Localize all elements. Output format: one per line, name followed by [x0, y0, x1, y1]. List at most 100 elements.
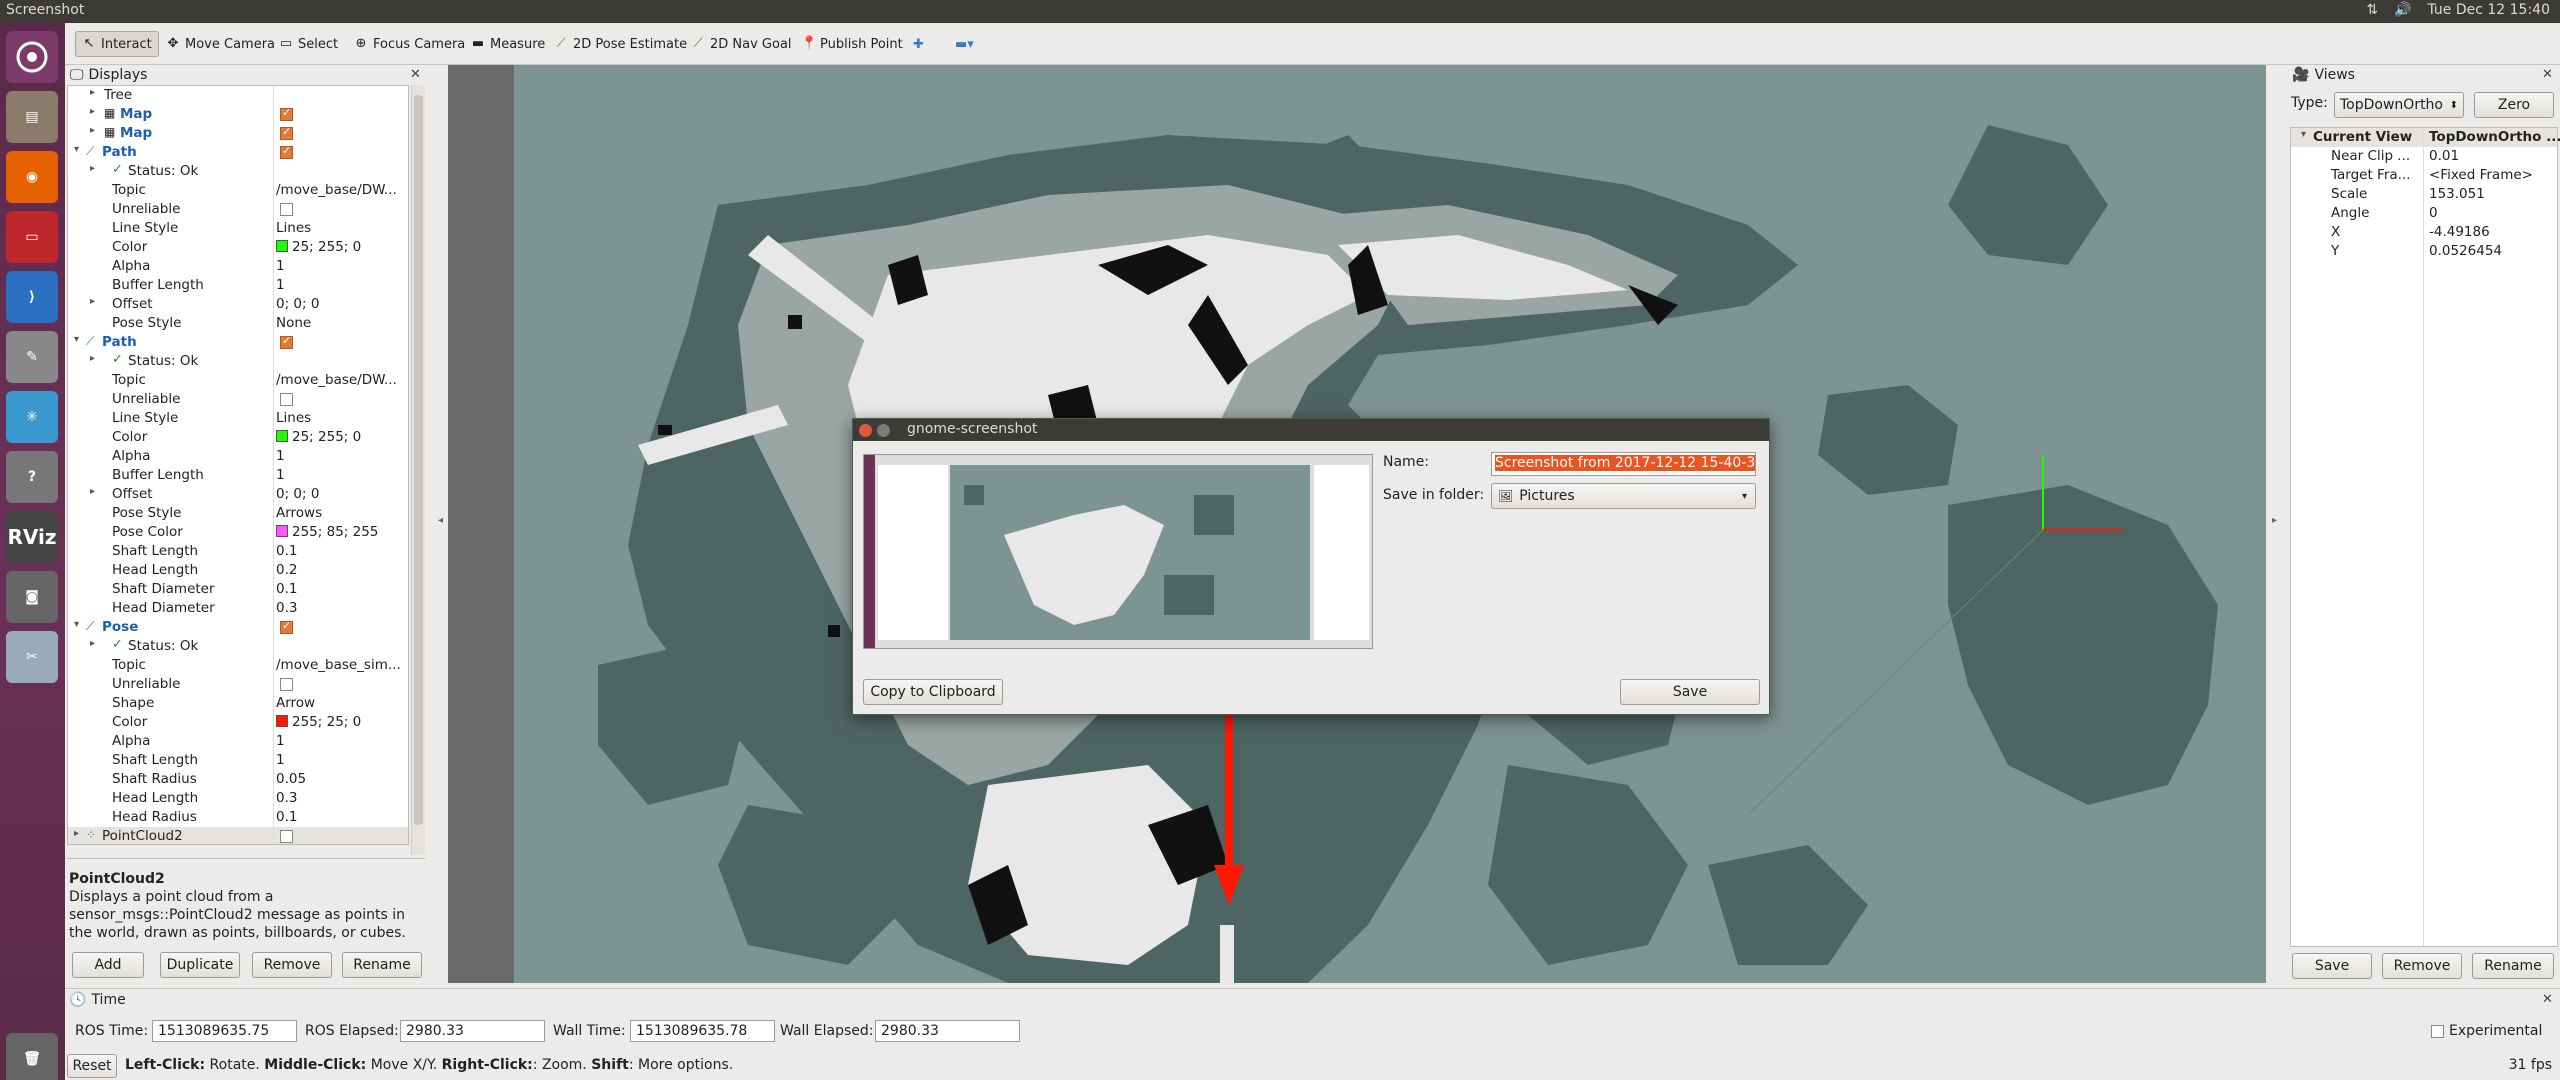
- scrollbar-thumb[interactable]: [414, 95, 423, 825]
- property-value[interactable]: 1: [276, 258, 285, 274]
- view-property-value[interactable]: 0: [2429, 205, 2438, 221]
- display-row[interactable]: Shaft Radius 0.05: [68, 770, 408, 789]
- display-row[interactable]: Buffer Length 1: [68, 276, 408, 295]
- expand-arrow-icon[interactable]: ▾: [74, 334, 79, 345]
- property-value[interactable]: None: [276, 315, 311, 331]
- close-icon[interactable]: ✕: [2542, 992, 2553, 1007]
- display-row[interactable]: ▸ ✓ Status: Ok: [68, 162, 408, 181]
- column-divider[interactable]: [273, 86, 274, 844]
- duplicate-display-button[interactable]: Duplicate: [160, 952, 240, 978]
- copy-to-clipboard-button[interactable]: Copy to Clipboard: [863, 679, 1003, 705]
- remove-tool-button[interactable]: ▬▾: [949, 31, 980, 57]
- expand-arrow-icon[interactable]: ▾: [74, 144, 79, 155]
- text-editor-icon[interactable]: ✎: [6, 331, 58, 383]
- display-row[interactable]: ▸ ▦ Map: [68, 124, 408, 143]
- camera-icon[interactable]: ◙: [6, 571, 58, 623]
- property-value[interactable]: /move_base_sim...: [276, 657, 401, 673]
- view-property-row[interactable]: Near Clip ... 0.01: [2291, 147, 2557, 166]
- expand-arrow-icon[interactable]: ▸: [90, 486, 95, 497]
- view-property-row[interactable]: X -4.49186: [2291, 223, 2557, 242]
- property-value[interactable]: 1: [276, 752, 285, 768]
- firefox-icon[interactable]: ◉: [6, 151, 58, 203]
- view-type-select[interactable]: TopDownOrtho ⬍: [2334, 92, 2464, 118]
- screenshot-icon[interactable]: ✂: [6, 631, 58, 683]
- property-value[interactable]: Arrows: [276, 505, 322, 521]
- collapse-right-icon[interactable]: ▸: [2272, 515, 2277, 526]
- view-save-button[interactable]: Save: [2292, 953, 2372, 979]
- expand-arrow-icon[interactable]: ▸: [90, 296, 95, 307]
- enable-checkbox[interactable]: [280, 203, 293, 216]
- display-row[interactable]: ▸ ✓ Status: Ok: [68, 352, 408, 371]
- add-tool-button[interactable]: ✚: [907, 31, 930, 57]
- move-camera-tool[interactable]: ✥ Move Camera: [160, 31, 281, 57]
- display-row[interactable]: Alpha 1: [68, 257, 408, 276]
- display-row[interactable]: Topic/move_base_sim...: [68, 656, 408, 675]
- display-row[interactable]: Shape Arrow: [68, 694, 408, 713]
- network-icon[interactable]: ⇅: [2366, 2, 2378, 18]
- files-icon[interactable]: ▤: [6, 91, 58, 143]
- view-rename-button[interactable]: Rename: [2472, 953, 2554, 979]
- pose-estimate-tool[interactable]: ⟋ 2D Pose Estimate: [548, 31, 693, 57]
- expand-arrow-icon[interactable]: ▸: [90, 163, 95, 174]
- property-value[interactable]: /move_base/DW...: [276, 182, 397, 198]
- display-row[interactable]: ▸ ✓ Status: Ok: [68, 637, 408, 656]
- display-row[interactable]: Head Length 0.3: [68, 789, 408, 808]
- display-row[interactable]: Head Radius 0.1: [68, 808, 408, 827]
- expand-arrow-icon[interactable]: ▸: [74, 828, 79, 839]
- remove-display-button[interactable]: Remove: [252, 952, 332, 978]
- ros-elapsed-field[interactable]: 2980.33: [400, 1020, 545, 1042]
- display-row[interactable]: ▸ Tree: [68, 86, 408, 105]
- reset-button[interactable]: Reset: [67, 1054, 117, 1078]
- expand-arrow-icon[interactable]: ▸: [90, 106, 95, 117]
- property-value[interactable]: 1: [276, 277, 285, 293]
- property-value[interactable]: 0.3: [276, 600, 297, 616]
- publish-point-tool[interactable]: 📍 Publish Point: [795, 31, 909, 57]
- property-value[interactable]: Arrow: [276, 695, 315, 711]
- property-value[interactable]: 0.2: [276, 562, 297, 578]
- enable-checkbox[interactable]: [280, 619, 293, 634]
- wall-elapsed-field[interactable]: 2980.33: [875, 1020, 1020, 1042]
- display-row[interactable]: Color 25; 255; 0: [68, 238, 408, 257]
- property-value[interactable]: 0; 0; 0: [276, 486, 319, 502]
- save-button[interactable]: Save: [1620, 679, 1760, 705]
- displays-tree[interactable]: ▸ Tree ▸ ▦ Map ▸ ▦ Map ▾ ⟋ Path ▸ ✓ Status: Ok Topic/m…: [67, 85, 409, 845]
- display-row[interactable]: Shaft Length 1: [68, 751, 408, 770]
- property-value[interactable]: 25; 255; 0: [276, 239, 361, 255]
- view-remove-button[interactable]: Remove: [2382, 953, 2462, 979]
- enable-checkbox[interactable]: [280, 106, 293, 121]
- expand-arrow-icon[interactable]: ▾: [2301, 129, 2306, 140]
- display-row[interactable]: Unreliable: [68, 675, 408, 694]
- volume-icon[interactable]: 🔊: [2394, 2, 2411, 18]
- expand-arrow-icon[interactable]: ▸: [90, 638, 95, 649]
- view-property-value[interactable]: 153.051: [2429, 186, 2485, 202]
- display-row[interactable]: ▾ ⟋ Path: [68, 143, 408, 162]
- enable-checkbox[interactable]: [280, 144, 293, 159]
- view-property-value[interactable]: 0.0526454: [2429, 243, 2502, 259]
- property-value[interactable]: 0.3: [276, 790, 297, 806]
- property-value[interactable]: 1: [276, 733, 285, 749]
- clock[interactable]: Tue Dec 12 15:40: [2427, 2, 2550, 18]
- zero-button[interactable]: Zero: [2474, 92, 2554, 118]
- property-value[interactable]: 0; 0; 0: [276, 296, 319, 312]
- view-property-value[interactable]: <Fixed Frame>: [2429, 167, 2533, 183]
- display-row[interactable]: ▾ ⟋ Pose: [68, 618, 408, 637]
- display-row[interactable]: Pose Style Arrows: [68, 504, 408, 523]
- nav-goal-tool[interactable]: ⟋ 2D Nav Goal: [685, 31, 798, 57]
- column-divider[interactable]: [2423, 128, 2424, 946]
- display-row[interactable]: Topic/move_base/DW...: [68, 371, 408, 390]
- display-row[interactable]: ▾ ⟋ Path: [68, 333, 408, 352]
- display-row[interactable]: Pose Style None: [68, 314, 408, 333]
- view-property-row[interactable]: ▾ Current View TopDownOrtho ...: [2291, 128, 2560, 147]
- view-property-row[interactable]: Target Fra... <Fixed Frame>: [2291, 166, 2557, 185]
- close-icon[interactable]: ✕: [410, 67, 421, 82]
- vscode-icon[interactable]: ⟩: [6, 271, 58, 323]
- wall-time-field[interactable]: 1513089635.78: [630, 1020, 775, 1042]
- display-row[interactable]: Alpha 1: [68, 447, 408, 466]
- folder-select[interactable]: 🖼 Pictures ▾: [1491, 483, 1756, 509]
- property-value[interactable]: 25; 255; 0: [276, 429, 361, 445]
- display-row[interactable]: Unreliable: [68, 200, 408, 219]
- property-value[interactable]: /move_base/DW...: [276, 372, 397, 388]
- property-value[interactable]: 1: [276, 448, 285, 464]
- ubuntu-dash-icon[interactable]: [6, 31, 58, 83]
- view-property-row[interactable]: Y 0.0526454: [2291, 242, 2557, 261]
